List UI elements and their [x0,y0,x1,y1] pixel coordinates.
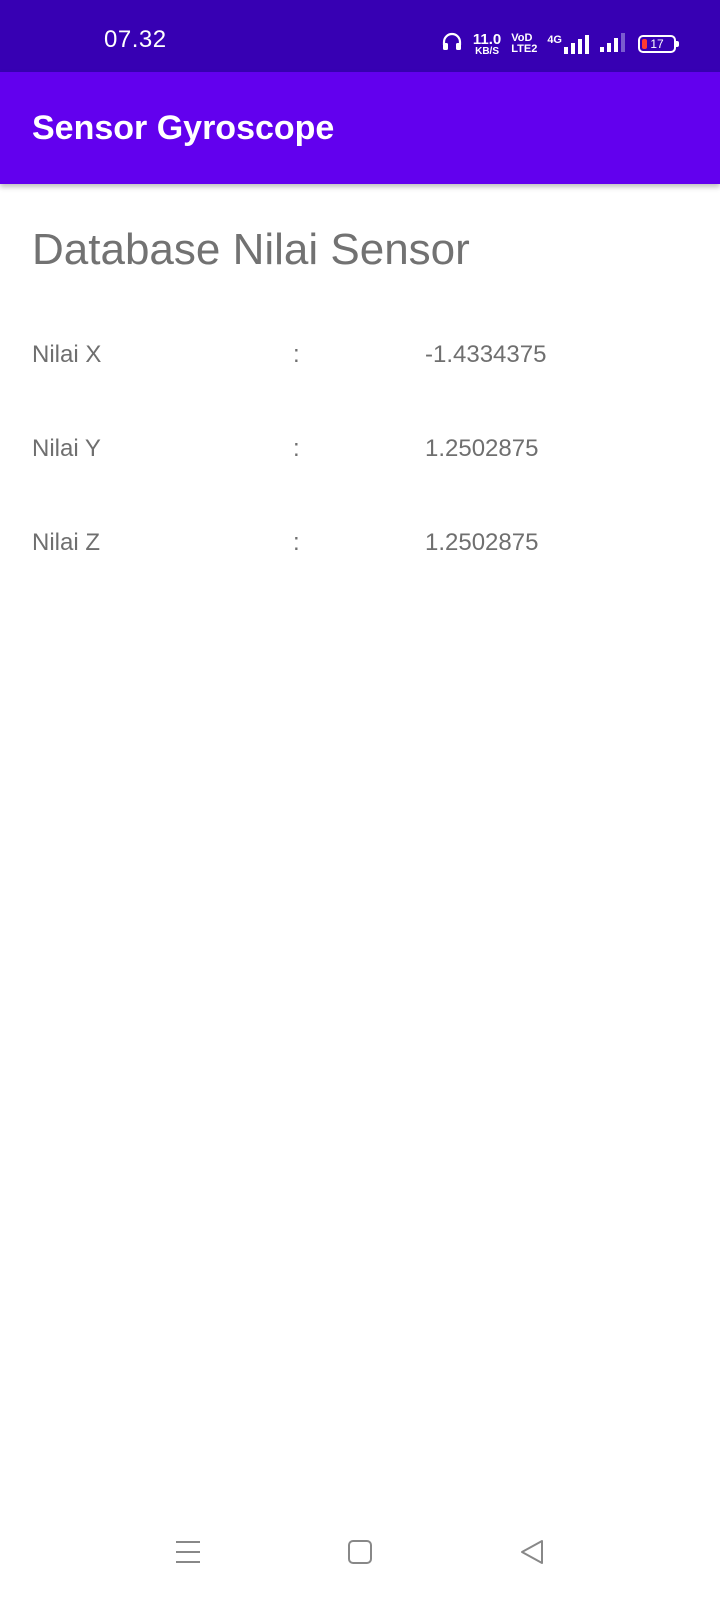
home-square-icon [348,1540,372,1564]
signal-sim2-icon [600,32,628,57]
row-label: Nilai Y [32,435,101,462]
row-label: Nilai Z [32,529,101,556]
system-nav-bar [0,1510,720,1600]
battery-fill [642,39,647,49]
row-separator: : [293,341,300,368]
back-triangle-icon [521,1540,543,1564]
status-bar: 07.32 11.0 KB/S VoD LTE2 4G 17 [0,0,720,72]
row-value: 1.2502875 [425,435,539,462]
volte-indicator: VoD LTE2 [511,33,537,55]
net-speed: 11.0 KB/S [473,32,501,57]
app-bar: Sensor Gyroscope [0,72,720,184]
row-label: Nilai X [32,341,102,368]
net-speed-value: 11.0 [472,30,502,48]
net-speed-unit: KB/S [475,45,499,57]
recents-menu-icon [176,1541,200,1563]
row-value: -1.4334375 [425,341,547,368]
battery-level: 17 [650,37,664,51]
row-value: 1.2502875 [425,529,539,556]
back-button[interactable] [508,1528,556,1576]
volte-bottom: LTE2 [511,43,538,55]
signal-sim1-icon: 4G [547,34,590,54]
status-icons: 11.0 KB/S VoD LTE2 4G 17 [441,30,679,58]
app-title: Sensor Gyroscope [32,109,335,147]
network-type: 4G [547,34,562,46]
page-heading: Database Nilai Sensor [32,225,470,274]
sensor-row-y: Nilai Y : 1.2502875 [0,429,720,469]
headphones-icon [441,32,463,57]
row-separator: : [293,435,300,462]
sensor-row-z: Nilai Z : 1.2502875 [0,523,720,563]
home-button[interactable] [336,1528,384,1576]
row-separator: : [293,529,300,556]
sensor-row-x: Nilai X : -1.4334375 [0,335,720,375]
battery-icon: 17 [638,35,679,53]
recents-button[interactable] [164,1528,212,1576]
status-time: 07.32 [104,26,167,53]
